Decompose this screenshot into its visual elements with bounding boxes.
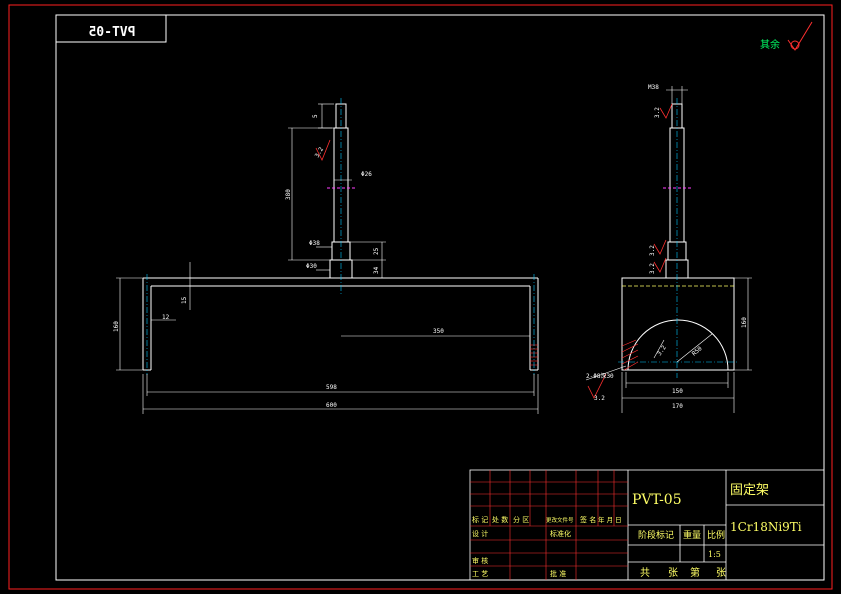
front-view: 5 380 Φ26 3.2 Φ38 Φ30 25 34 15 160 12 35… (113, 98, 539, 414)
dim-phi38: Φ38 (309, 240, 320, 247)
dim-hole: 2-Φ8深30 (586, 372, 614, 380)
tb-label-change-doc: 更改文件号 (546, 516, 574, 524)
roughness-check-icon (787, 21, 813, 51)
dim-15: 15 (181, 296, 188, 304)
outer-frame (8, 4, 833, 590)
tb-label-weight: 重量 (683, 529, 701, 541)
tb-label-standardize: 标准化 (550, 529, 571, 538)
code-box: PVT-05 (55, 14, 167, 43)
dim-598: 598 (326, 384, 337, 391)
dim-170: 170 (672, 403, 683, 410)
side-dim-lines (585, 86, 752, 413)
dim-160-side: 160 (741, 317, 748, 328)
dim-r50: R50 (691, 345, 704, 358)
dim-phi30: Φ30 (306, 263, 317, 270)
tb-label-design: 设 计 (472, 529, 488, 538)
surface-note: 其余 (760, 21, 813, 51)
dim-34: 34 (373, 266, 380, 274)
dim-rough-2: 3.2 (649, 245, 656, 256)
side-view: M38 3.2 3.2 3.2 R50 3.2 2-Φ8深30 3.2 150 … (585, 84, 752, 413)
title-block: PVT-05 固定架 1Cr18Ni9Ti 1:5 标 记 处 数 分 区 更改… (469, 469, 825, 581)
tb-label-page: 第 (690, 566, 700, 579)
tb-label-approve: 批 准 (550, 569, 566, 578)
tb-part-name: 固定架 (730, 483, 769, 498)
side-body (621, 103, 735, 371)
dim-12: 12 (162, 314, 170, 321)
tb-label-zone: 分 区 (513, 515, 529, 524)
tb-label-sheet: 张 (716, 567, 726, 579)
tb-label-review: 审 核 (472, 556, 488, 565)
dim-rough-3: 3.2 (649, 263, 656, 274)
side-dim-texts: M38 3.2 3.2 3.2 R50 3.2 2-Φ8深30 3.2 150 … (586, 84, 748, 410)
tb-label-ratio: 比例 (707, 529, 725, 541)
dim-350: 350 (433, 328, 444, 335)
tb-label-sheets: 张 (668, 567, 678, 579)
dim-phi26: Φ26 (361, 171, 372, 178)
surface-note-text: 其余 (760, 38, 780, 51)
tb-label-process: 工 艺 (472, 570, 488, 578)
code-box-text: PVT-05 (89, 25, 136, 40)
tb-label-mark: 标 记 (472, 515, 488, 524)
tb-scale: 1:5 (708, 550, 721, 559)
tb-label-stage: 阶段标记 (638, 529, 674, 541)
front-beam (142, 277, 539, 371)
dim-160-front: 160 (113, 321, 120, 332)
front-dim-texts: 5 380 Φ26 3.2 Φ38 Φ30 25 34 15 160 12 35… (113, 114, 444, 409)
dim-150: 150 (672, 388, 683, 395)
dim-600: 600 (326, 402, 337, 409)
tb-label-date: 年 月 日 (598, 515, 622, 524)
dim-380: 380 (285, 189, 292, 200)
front-dim-lines (116, 103, 539, 414)
title-block-left-grid (470, 470, 628, 580)
dim-rough-1: 3.2 (654, 107, 661, 118)
dim-rough-r: 3.2 (656, 344, 668, 357)
cad-drawing: PVT-05 其余 5 380 Φ26 3.2 Φ38 Φ30 25 34 15… (8, 4, 833, 590)
tb-label-total: 共 (640, 567, 650, 579)
tb-label-sign: 签 名 (580, 515, 596, 524)
dim-m38: M38 (648, 84, 659, 91)
tb-material: 1Cr18Ni9Ti (730, 520, 802, 534)
inner-frame (55, 14, 825, 581)
tb-drawing-number: PVT-05 (632, 492, 682, 508)
dim-top-5: 5 (312, 114, 319, 118)
dim-25: 25 (373, 247, 380, 255)
dim-rough-hole: 3.2 (594, 395, 605, 402)
tb-label-count: 处 数 (492, 515, 508, 524)
